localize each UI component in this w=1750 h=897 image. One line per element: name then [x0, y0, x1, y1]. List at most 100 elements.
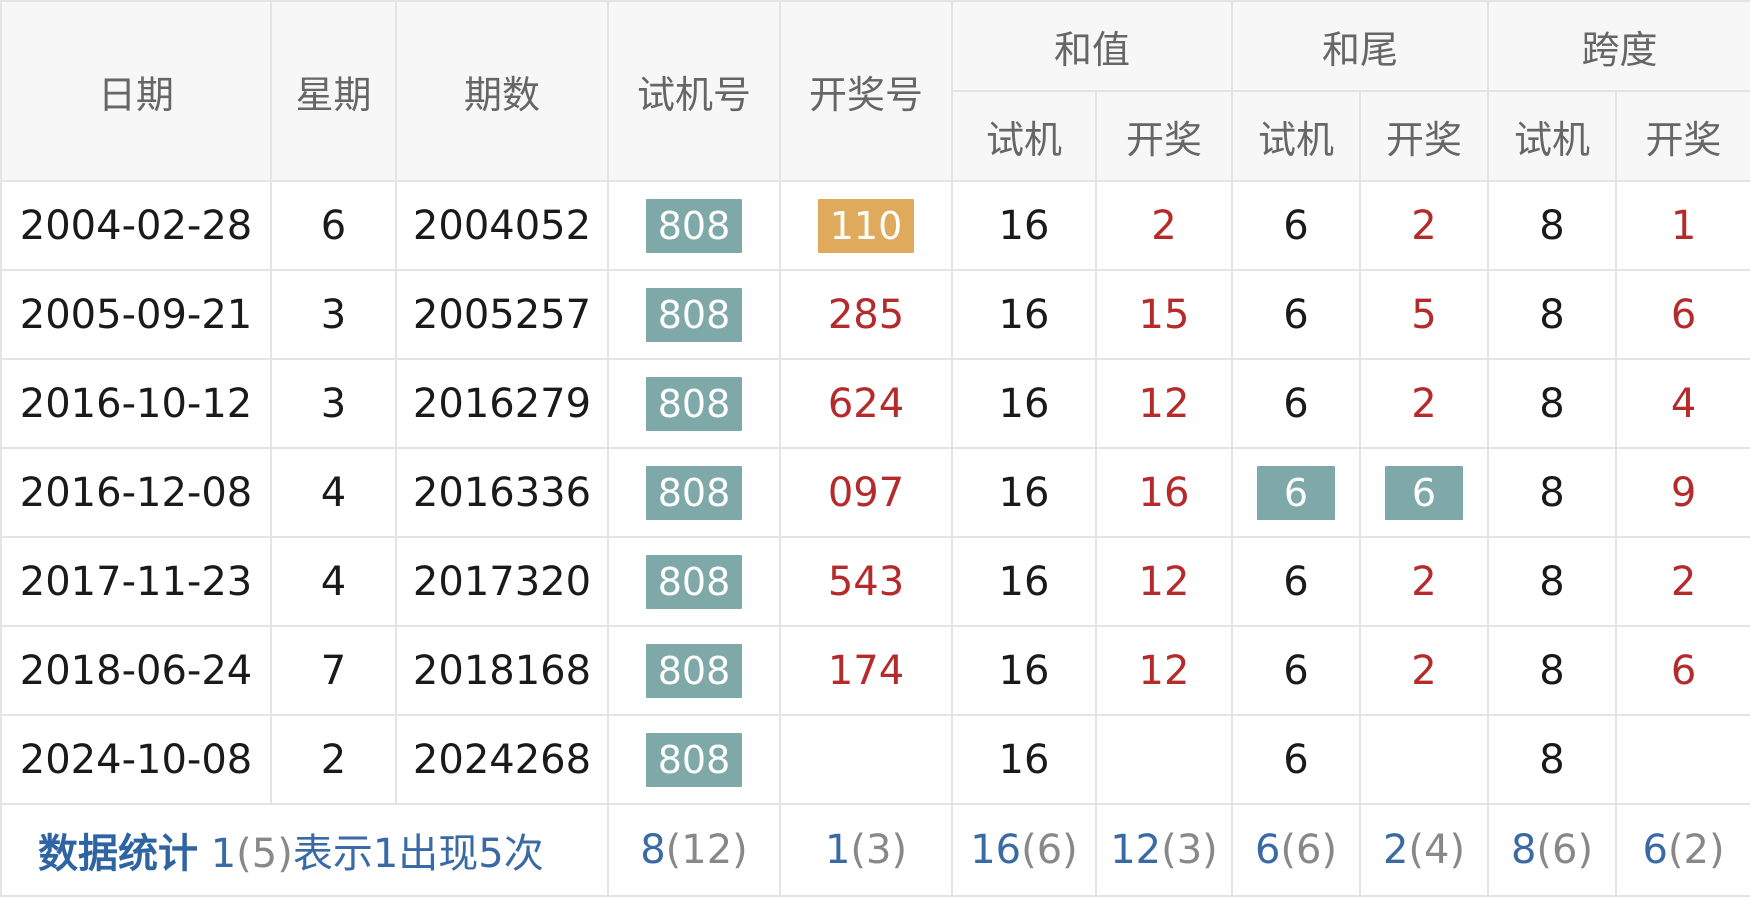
draw-number-badge: 110 — [817, 198, 915, 253]
cell-draw: 110 — [779, 180, 953, 271]
cell-trial: 808 — [607, 180, 781, 271]
table-row: 2004-02-28 6 2004052 808 110 16 2 6 2 8 … — [0, 180, 1750, 271]
cell-span-trial: 8 — [1487, 625, 1618, 716]
cell-trial: 808 — [607, 714, 781, 805]
cell-tail-trial: 6 — [1231, 625, 1362, 716]
header-row-top: 日期 星期 期数 试机号 开奖号 和值 和尾 跨度 — [0, 0, 1750, 182]
stat-sum-trial: 16(6) — [951, 803, 1097, 897]
cell-tail-draw: 2 — [1359, 536, 1490, 627]
stat-sum-draw-value: 12 — [1110, 827, 1162, 873]
stat-tail-draw: 2(4) — [1359, 803, 1490, 897]
cell-sum-trial: 16 — [951, 714, 1097, 805]
stat-tail-draw-value: 2 — [1382, 827, 1409, 873]
tail-trial-badge: 6 — [1257, 465, 1336, 520]
subheader-span-draw: 开奖 — [1615, 90, 1750, 182]
table-row: 2016-12-08 4 2016336 808 097 16 16 6 6 8… — [0, 447, 1750, 538]
cell-weekday: 3 — [270, 269, 397, 360]
cell-period: 2016336 — [395, 447, 609, 538]
cell-weekday: 3 — [270, 358, 397, 449]
cell-date: 2005-09-21 — [0, 269, 272, 360]
cell-span-draw: 6 — [1615, 625, 1750, 716]
cell-trial: 808 — [607, 447, 781, 538]
cell-period: 2018168 — [395, 625, 609, 716]
stat-sum-trial-count: (6) — [1021, 827, 1078, 873]
cell-weekday: 7 — [270, 625, 397, 716]
cell-tail-trial: 6 — [1231, 714, 1362, 805]
cell-weekday: 4 — [270, 447, 397, 538]
legend-text: 表示1出现5次 — [292, 831, 544, 877]
cell-draw: 097 — [779, 447, 953, 538]
statistics-row: 数据统计 1(5)表示1出现5次 8(12) 1(3) 16(6) 12(3) … — [0, 803, 1750, 897]
cell-sum-draw: 12 — [1094, 536, 1234, 627]
table-row: 2017-11-23 4 2017320 808 543 16 12 6 2 8… — [0, 536, 1750, 627]
statistics-title: 数据统计 — [38, 831, 198, 877]
cell-span-draw: 2 — [1615, 536, 1750, 627]
stat-tail-trial: 6(6) — [1231, 803, 1362, 897]
subheader-sum-draw: 开奖 — [1094, 90, 1234, 182]
cell-sum-draw: 2 — [1094, 180, 1234, 271]
cell-tail-draw: 2 — [1359, 180, 1490, 271]
cell-sum-trial: 16 — [951, 536, 1097, 627]
cell-tail-trial: 6 — [1231, 180, 1362, 271]
tail-draw-badge: 6 — [1385, 465, 1464, 520]
header-sum-tail: 和尾 — [1231, 0, 1490, 92]
stat-trial-count: (12) — [665, 827, 748, 873]
cell-tail-trial: 6 — [1231, 269, 1362, 360]
cell-tail-draw — [1359, 714, 1490, 805]
cell-trial: 808 — [607, 269, 781, 360]
cell-span-trial: 8 — [1487, 269, 1618, 360]
cell-draw: 285 — [779, 269, 953, 360]
cell-tail-trial: 6 — [1231, 358, 1362, 449]
cell-draw: 174 — [779, 625, 953, 716]
legend-count: (5) — [236, 831, 293, 877]
cell-sum-draw — [1094, 714, 1234, 805]
statistics-legend: 数据统计 1(5)表示1出现5次 — [0, 803, 609, 897]
cell-period: 2004052 — [395, 180, 609, 271]
trial-number-badge: 808 — [645, 554, 743, 609]
cell-span-draw: 9 — [1615, 447, 1750, 538]
cell-tail-draw: 6 — [1359, 447, 1490, 538]
cell-span-trial: 8 — [1487, 180, 1618, 271]
stat-sum-draw: 12(3) — [1094, 803, 1234, 897]
cell-span-draw: 6 — [1615, 269, 1750, 360]
cell-span-trial: 8 — [1487, 536, 1618, 627]
legend-value: 1 — [210, 831, 237, 877]
cell-draw: 543 — [779, 536, 953, 627]
cell-tail-draw: 5 — [1359, 269, 1490, 360]
stat-trial: 8(12) — [607, 803, 781, 897]
header-date: 日期 — [0, 0, 272, 182]
cell-sum-trial: 16 — [951, 358, 1097, 449]
cell-tail-draw: 2 — [1359, 358, 1490, 449]
cell-date: 2018-06-24 — [0, 625, 272, 716]
header-sum: 和值 — [950, 0, 1234, 92]
subheader-sum-trial: 试机 — [951, 90, 1097, 182]
stat-tail-trial-count: (6) — [1280, 827, 1338, 873]
cell-sum-draw: 12 — [1094, 625, 1234, 716]
cell-period: 2016279 — [395, 358, 609, 449]
cell-span-draw — [1615, 714, 1750, 805]
stat-sum-draw-count: (3) — [1161, 827, 1218, 873]
subheader-tail-draw: 开奖 — [1359, 90, 1490, 182]
cell-date: 2017-11-23 — [0, 536, 272, 627]
cell-date: 2016-12-08 — [0, 447, 272, 538]
stat-tail-draw-count: (4) — [1408, 827, 1466, 873]
header-trial-number: 试机号 — [607, 0, 781, 182]
cell-tail-draw: 2 — [1359, 625, 1490, 716]
cell-sum-draw: 15 — [1094, 269, 1234, 360]
subheader-span-trial: 试机 — [1487, 90, 1618, 182]
subheader-tail-trial: 试机 — [1231, 90, 1362, 182]
header-span: 跨度 — [1487, 0, 1750, 92]
stat-draw-count: (3) — [850, 827, 908, 873]
cell-period: 2005257 — [395, 269, 609, 360]
cell-span-draw: 1 — [1615, 180, 1750, 271]
cell-span-draw: 4 — [1615, 358, 1750, 449]
cell-sum-trial: 16 — [951, 180, 1097, 271]
cell-span-trial: 8 — [1487, 447, 1618, 538]
cell-weekday: 6 — [270, 180, 397, 271]
stat-tail-trial-value: 6 — [1254, 827, 1281, 873]
cell-sum-draw: 16 — [1094, 447, 1234, 538]
table-row: 2016-10-12 3 2016279 808 624 16 12 6 2 8… — [0, 358, 1750, 449]
trial-number-badge: 808 — [645, 376, 743, 431]
cell-sum-trial: 16 — [951, 447, 1097, 538]
stat-span-draw: 6(2) — [1615, 803, 1750, 897]
